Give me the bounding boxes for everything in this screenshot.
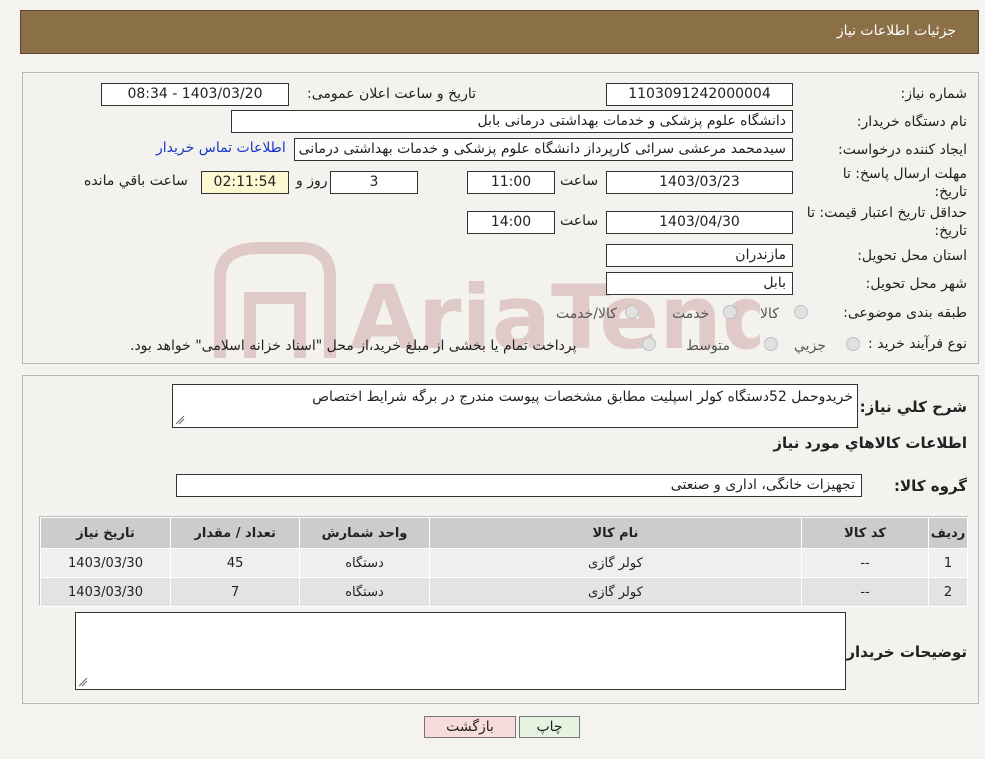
- purchase-medium-label: متوسط: [686, 338, 730, 354]
- validity-label-date: تاریخ:: [934, 223, 967, 239]
- cell-quantity: 7: [170, 577, 301, 607]
- remaining-label: ساعت باقي مانده: [84, 173, 188, 189]
- remaining-time-field: 02:11:54: [201, 171, 289, 194]
- col-item-code: کد کالا: [801, 517, 930, 549]
- page-header: جزئیات اطلاعات نیاز: [20, 10, 979, 54]
- category-goods-label: کالا: [760, 306, 779, 322]
- cell-item-name: کولر گازی: [428, 577, 803, 607]
- treasury-bonds-radio[interactable]: [642, 337, 656, 351]
- purchase-small-label: جزیي: [794, 338, 826, 354]
- goods-info-title: اطلاعات کالاهاي مورد نياز: [773, 434, 967, 452]
- goods-group-field: تجهیزات خانگی، اداری و صنعتی: [176, 474, 862, 497]
- col-row-number: رديف: [928, 517, 968, 549]
- table-header-row: رديف کد کالا نام کالا واحد شمارش تعداد /…: [39, 517, 968, 549]
- creator-field: سیدمحمد مرعشی سرائی کارپرداز دانشگاه علو…: [294, 138, 793, 161]
- city-field: بابل: [606, 272, 793, 295]
- purchase-small-radio[interactable]: [846, 337, 860, 351]
- col-need-date: تاریخ نیاز: [39, 517, 172, 549]
- resize-grip-icon[interactable]: [78, 677, 88, 687]
- purchase-type-label: نوع فرآیند خرید :: [868, 336, 967, 352]
- validity-label: حداقل تاریخ اعتبار قیمت: تا: [806, 205, 967, 221]
- province-label: استان محل تحویل:: [857, 248, 967, 264]
- days-label: روز و: [296, 173, 328, 189]
- table-row: 1 -- کولر گازی دستگاه 45 1403/03/30: [39, 548, 968, 578]
- deadline-label-date: تاریخ:: [934, 184, 967, 200]
- cell-quantity: 45: [170, 548, 301, 578]
- announce-datetime-field: 1403/03/20 - 08:34: [101, 83, 289, 106]
- buyer-org-label: نام دستگاه خریدار:: [856, 114, 967, 130]
- cell-item-name: کولر گازی: [428, 548, 803, 578]
- cell-unit: دستگاه: [299, 577, 430, 607]
- validity-time-label: ساعت: [560, 213, 599, 229]
- description-label: شرح کلي نياز:: [859, 398, 967, 416]
- deadline-time-label: ساعت: [560, 173, 599, 189]
- province-field: مازندران: [606, 244, 793, 267]
- cell-item-code: --: [801, 548, 930, 578]
- deadline-date-field: 1403/03/23: [606, 171, 793, 194]
- category-service-label: خدمت: [672, 306, 710, 322]
- print-button[interactable]: چاپ: [519, 716, 580, 738]
- buyer-contact-link[interactable]: اطلاعات تماس خریدار: [156, 140, 286, 156]
- announce-label: تاریخ و ساعت اعلان عمومی:: [307, 86, 476, 102]
- buyer-org-field: دانشگاه علوم پزشکی و خدمات بهداشتی درمان…: [231, 110, 793, 133]
- validity-time-field: 14:00: [467, 211, 555, 234]
- category-service-radio[interactable]: [723, 305, 737, 319]
- deadline-time-field: 11:00: [467, 171, 555, 194]
- goods-group-label: گروه کالا:: [894, 477, 967, 495]
- buyer-notes-textarea[interactable]: [75, 612, 846, 690]
- cell-need-date: 1403/03/30: [39, 548, 172, 578]
- col-unit: واحد شمارش: [299, 517, 430, 549]
- days-field: 3: [330, 171, 418, 194]
- need-number-label: شماره نیاز:: [900, 86, 968, 102]
- need-number-field: 1103091242000004: [606, 83, 793, 106]
- description-text: خریدوحمل 52دستگاه کولر اسپلیت مطابق مشخص…: [312, 389, 853, 405]
- cell-need-date: 1403/03/30: [39, 577, 172, 607]
- treasury-note: پرداخت تمام یا بخشی از مبلغ خرید،از محل …: [130, 338, 577, 354]
- cell-row-number: 2: [928, 577, 968, 607]
- items-table: رديف کد کالا نام کالا واحد شمارش تعداد /…: [39, 517, 968, 607]
- table-row: 2 -- کولر گازی دستگاه 7 1403/03/30: [39, 577, 968, 607]
- purchase-medium-radio[interactable]: [764, 337, 778, 351]
- description-textarea[interactable]: خریدوحمل 52دستگاه کولر اسپلیت مطابق مشخص…: [172, 384, 858, 428]
- category-label: طبقه بندی موضوعی:: [843, 305, 967, 321]
- cell-unit: دستگاه: [299, 548, 430, 578]
- resize-grip-icon[interactable]: [175, 415, 185, 425]
- category-goods-service-label: کالا/خدمت: [556, 306, 617, 322]
- buyer-notes-label: توضیحات خریدار:: [840, 643, 967, 661]
- category-goods-service-radio[interactable]: [625, 305, 639, 319]
- deadline-label: مهلت ارسال پاسخ: تا: [842, 166, 967, 182]
- creator-label: ایجاد کننده درخواست:: [838, 142, 967, 158]
- validity-date-field: 1403/04/30: [606, 211, 793, 234]
- city-label: شهر محل تحویل:: [865, 276, 967, 292]
- cell-item-code: --: [801, 577, 930, 607]
- back-button[interactable]: بازگشت: [424, 716, 516, 738]
- cell-row-number: 1: [928, 548, 968, 578]
- category-goods-radio[interactable]: [794, 305, 808, 319]
- items-table-wrapper: رديف کد کالا نام کالا واحد شمارش تعداد /…: [39, 516, 968, 607]
- col-quantity: تعداد / مقدار: [170, 517, 301, 549]
- page-title: جزئیات اطلاعات نیاز: [836, 23, 956, 39]
- col-item-name: نام کالا: [428, 517, 803, 549]
